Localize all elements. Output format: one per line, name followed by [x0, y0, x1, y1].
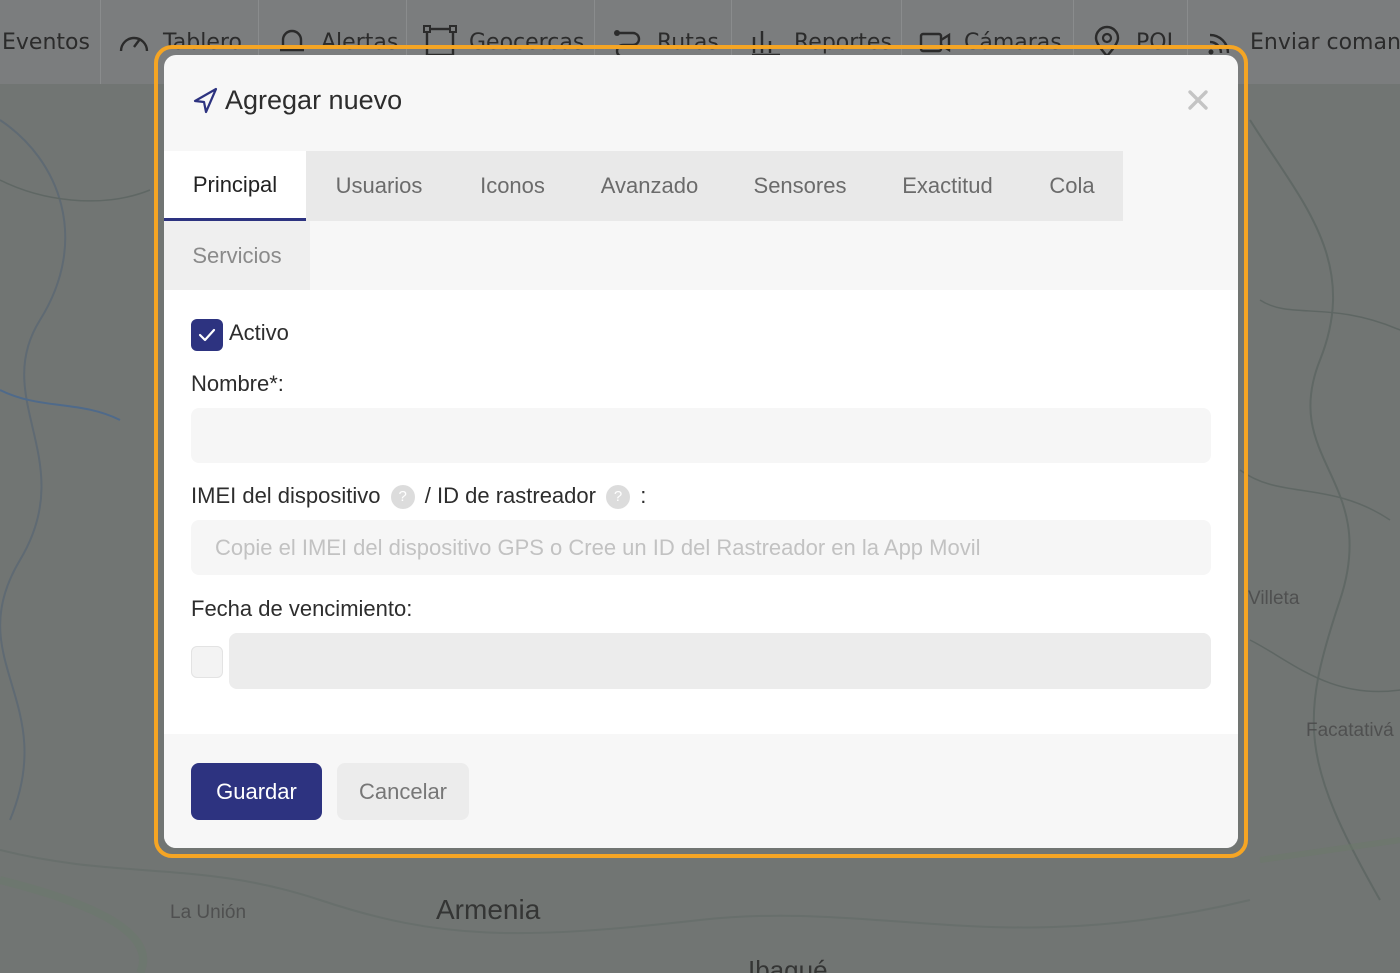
gauge-icon: [119, 36, 149, 52]
tab-cola[interactable]: Cola: [1021, 151, 1123, 221]
imei-label: IMEI del dispositivo ? / ID de rastreado…: [191, 483, 646, 509]
tab-avanzado[interactable]: Avanzado: [573, 151, 726, 221]
nav-item-label: Enviar comando: [1250, 29, 1400, 55]
name-input[interactable]: [191, 408, 1211, 463]
tab-sensores[interactable]: Sensores: [726, 151, 874, 221]
map-label-villeta: Villeta: [1248, 588, 1300, 609]
tab-principal[interactable]: Principal: [164, 151, 306, 221]
modal-title: Agregar nuevo: [225, 85, 403, 115]
expiration-date-label: Fecha de vencimiento:: [191, 596, 413, 621]
cancel-button[interactable]: Cancelar: [337, 763, 469, 820]
active-checkbox[interactable]: [191, 319, 223, 351]
active-label: Activo: [229, 320, 289, 345]
imei-input[interactable]: [191, 520, 1211, 575]
tab-iconos[interactable]: Iconos: [452, 151, 573, 221]
map-label-ibague: Ibagué: [748, 955, 828, 973]
modal-tabs: Principal Usuarios Iconos Avanzado Senso…: [164, 151, 1123, 290]
tab-exactitud[interactable]: Exactitud: [874, 151, 1021, 221]
navigation-arrow-icon: [193, 87, 218, 114]
nav-item-label: Eventos: [2, 29, 90, 55]
imei-label-colon: :: [640, 483, 647, 508]
expiration-date-input[interactable]: [229, 633, 1211, 689]
save-button[interactable]: Guardar: [191, 763, 322, 820]
modal-body: Activo Nombre*: IMEI del dispositivo ? /…: [164, 290, 1238, 734]
imei-label-text: IMEI del dispositivo: [191, 483, 381, 508]
close-icon[interactable]: [1186, 88, 1210, 112]
map-label-armenia: Armenia: [436, 894, 541, 925]
tracker-id-help-icon[interactable]: ?: [606, 485, 631, 509]
expiration-enable-checkbox[interactable]: [191, 646, 223, 678]
add-device-modal: Agregar nuevo Principal Usuarios Iconos …: [164, 55, 1238, 848]
nav-item-eventos[interactable]: Eventos: [0, 0, 101, 84]
tab-usuarios[interactable]: Usuarios: [306, 151, 452, 221]
imei-help-icon[interactable]: ?: [390, 485, 415, 509]
tab-servicios[interactable]: Servicios: [164, 221, 310, 290]
map-label-facatativa: Facatativá: [1306, 720, 1394, 741]
modal-footer: Guardar Cancelar: [164, 734, 1238, 848]
checkmark-icon: [198, 328, 216, 342]
name-label: Nombre*:: [191, 371, 284, 396]
tracker-id-label-text: / ID de rastreador: [424, 483, 596, 508]
map-label-la-union: La Unión: [170, 902, 247, 923]
modal-header: Agregar nuevo: [164, 55, 1238, 151]
